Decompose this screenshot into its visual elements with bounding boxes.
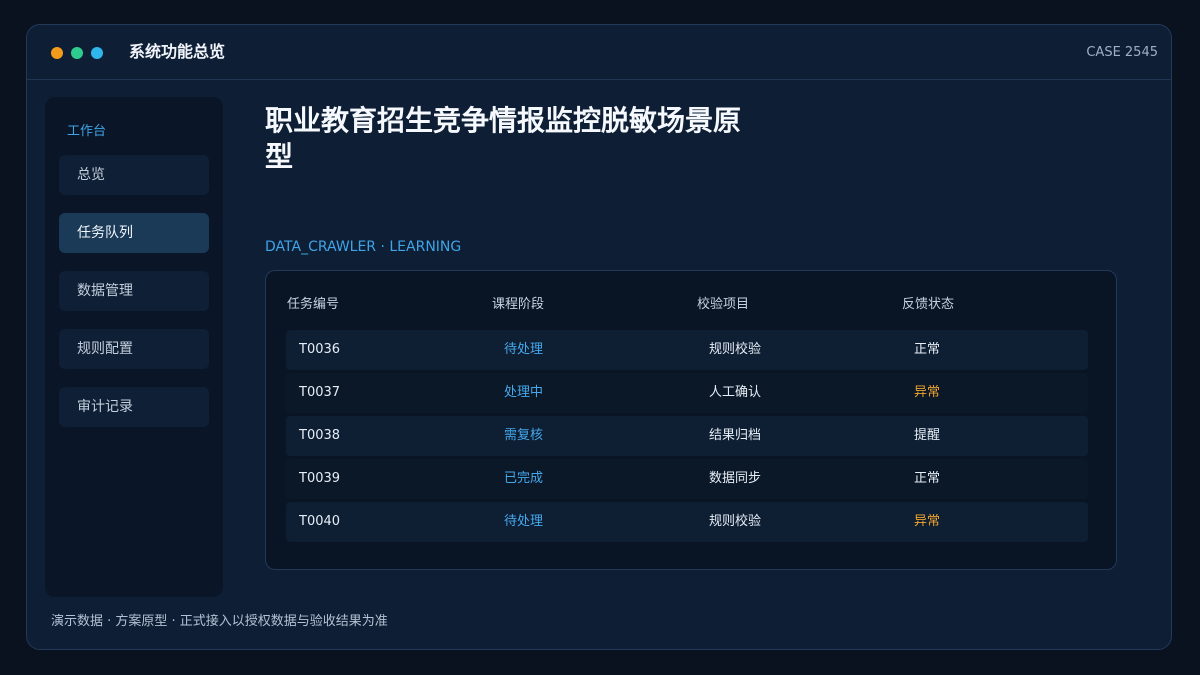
sidebar-item-overview[interactable]: 总览	[59, 155, 209, 195]
cell-check-item: 规则校验	[709, 342, 762, 357]
cell-task-id: T0036	[299, 342, 341, 357]
table-row[interactable]: T0037 处理中 人工确认 异常	[286, 373, 1088, 413]
cell-task-id: T0040	[299, 514, 341, 529]
cell-feedback-status: 正常	[914, 471, 941, 486]
title-bar: 系统功能总览 CASE 2545	[27, 25, 1171, 80]
cell-feedback-status: 异常	[914, 385, 941, 400]
cell-course-stage: 待处理	[504, 514, 544, 529]
column-header-feedback-status: 反馈状态	[902, 297, 955, 312]
sidebar-heading: 工作台	[67, 124, 107, 139]
page-title: 职业教育招生竞争情报监控脱敏场景原型	[265, 104, 742, 173]
sidebar-item-rule-config[interactable]: 规则配置	[59, 329, 209, 369]
cell-course-stage: 已完成	[504, 471, 544, 486]
app-window: 系统功能总览 CASE 2545 工作台 总览 任务队列 数据管理 规则配置 审…	[26, 24, 1172, 650]
table-row[interactable]: T0038 需复核 结果归档 提醒	[286, 416, 1088, 456]
window-maximize-dot[interactable]	[71, 47, 83, 59]
sidebar-item-task-queue[interactable]: 任务队列	[59, 213, 209, 253]
column-header-check-item: 校验项目	[697, 297, 750, 312]
cell-check-item: 结果归档	[709, 428, 762, 443]
cell-course-stage: 待处理	[504, 342, 544, 357]
cell-check-item: 规则校验	[709, 514, 762, 529]
cell-course-stage: 处理中	[504, 385, 544, 400]
cell-feedback-status: 异常	[914, 514, 941, 529]
footer-note: 演示数据 · 方案原型 · 正式接入以授权数据与验收结果为准	[51, 614, 388, 629]
window-minimize-dot[interactable]	[91, 47, 103, 59]
cell-feedback-status: 提醒	[914, 428, 941, 443]
cell-task-id: T0039	[299, 471, 341, 486]
window-close-dot[interactable]	[51, 47, 63, 59]
cell-task-id: T0037	[299, 385, 341, 400]
task-table: 任务编号 课程阶段 校验项目 反馈状态 T0036 待处理 规则校验 正常 T0…	[265, 270, 1117, 570]
cell-check-item: 人工确认	[709, 385, 762, 400]
column-header-task-id: 任务编号	[287, 297, 340, 312]
case-label: CASE 2545	[1086, 45, 1158, 60]
cell-check-item: 数据同步	[709, 471, 762, 486]
table-row[interactable]: T0036 待处理 规则校验 正常	[286, 330, 1088, 370]
cell-course-stage: 需复核	[504, 428, 544, 443]
column-header-course-stage: 课程阶段	[492, 297, 545, 312]
sidebar: 工作台 总览 任务队列 数据管理 规则配置 审计记录	[45, 97, 223, 597]
table-row[interactable]: T0040 待处理 规则校验 异常	[286, 502, 1088, 542]
sidebar-item-audit-log[interactable]: 审计记录	[59, 387, 209, 427]
window-title: 系统功能总览	[129, 42, 226, 61]
section-label: DATA_CRAWLER · LEARNING	[265, 239, 462, 255]
table-row[interactable]: T0039 已完成 数据同步 正常	[286, 459, 1088, 499]
cell-feedback-status: 正常	[914, 342, 941, 357]
cell-task-id: T0038	[299, 428, 341, 443]
sidebar-item-data-management[interactable]: 数据管理	[59, 271, 209, 311]
